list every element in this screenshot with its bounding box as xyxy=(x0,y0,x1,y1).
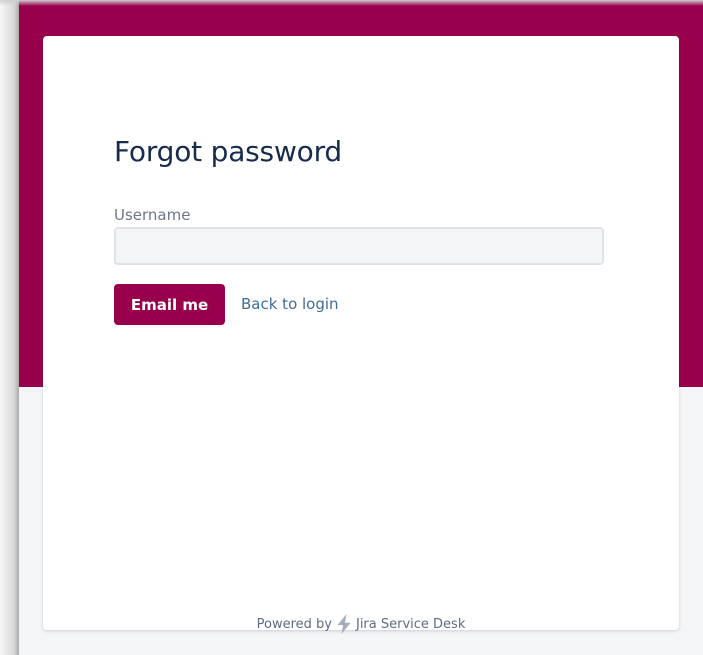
window-top-shadow xyxy=(0,0,703,6)
page-title: Forgot password xyxy=(114,135,342,168)
jira-service-desk-icon xyxy=(335,612,353,636)
powered-by-footer: Powered by Jira Service Desk xyxy=(43,612,679,636)
portal-page: Forgot password Username Email me Back t… xyxy=(19,0,703,655)
email-me-button[interactable]: Email me xyxy=(114,284,225,325)
username-label: Username xyxy=(114,206,191,224)
username-input[interactable] xyxy=(114,227,604,265)
window-edge-shadow xyxy=(0,0,19,655)
back-to-login-link[interactable]: Back to login xyxy=(241,294,339,314)
powered-by-text: Powered by xyxy=(256,616,332,632)
forgot-password-card: Forgot password Username Email me Back t… xyxy=(43,36,679,634)
browser-window: Forgot password Username Email me Back t… xyxy=(0,0,703,655)
jira-service-desk-label: Jira Service Desk xyxy=(355,616,466,632)
